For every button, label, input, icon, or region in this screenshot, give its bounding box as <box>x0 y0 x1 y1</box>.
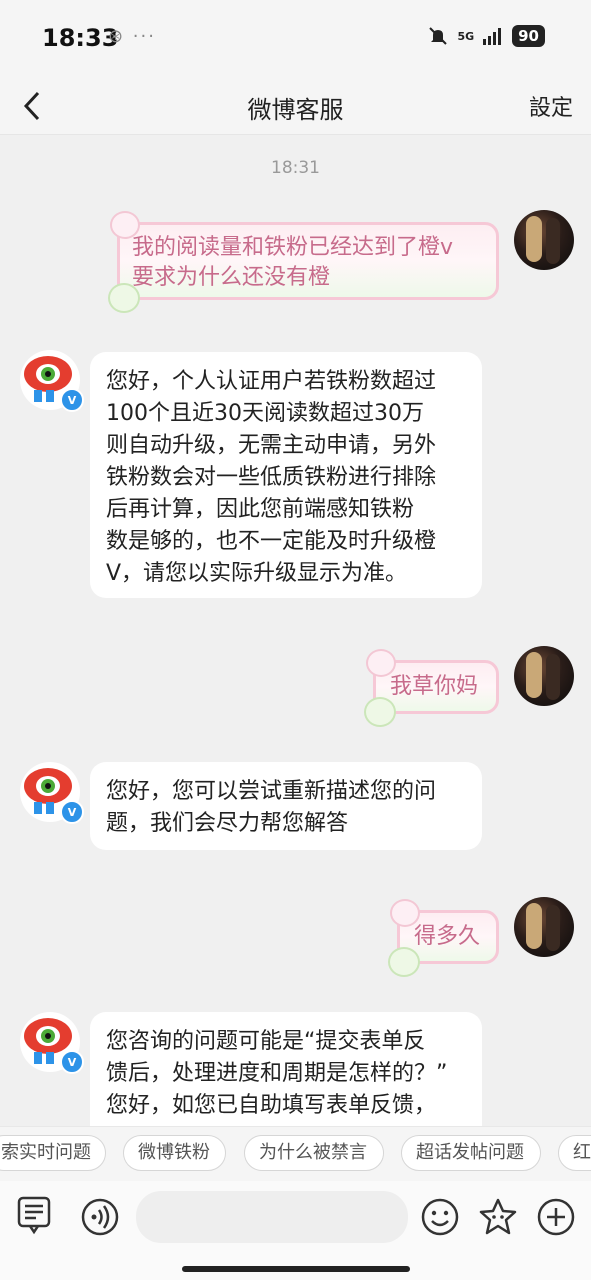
message-line: 100个且近30天阅读数超过30万 <box>106 401 424 426</box>
battery-indicator: 90 <box>512 25 545 47</box>
bot-avatar[interactable]: V <box>20 350 84 412</box>
home-indicator[interactable] <box>182 1266 410 1272</box>
menu-button[interactable] <box>14 1195 54 1235</box>
message-input[interactable] <box>136 1191 408 1243</box>
page-title: 微博客服 <box>247 96 344 124</box>
nav-bar: 微博客服 設定 <box>0 78 591 135</box>
quick-reply-chip[interactable]: 红 <box>558 1135 591 1171</box>
sticker-icon <box>479 1198 517 1235</box>
mute-bell-icon <box>429 27 448 45</box>
quick-reply-chip[interactable]: 为什么被禁言 <box>244 1135 384 1171</box>
user-message-bubble[interactable]: 我的阅读量和铁粉已经达到了橙v 要求为什么还没有橙 <box>108 211 499 313</box>
bot-avatar[interactable]: V <box>20 762 84 824</box>
message-line: 得多久 <box>414 924 481 949</box>
status-notification-icons: ⊛ ··· <box>108 26 156 47</box>
quick-reply-chip[interactable]: 超话发帖问题 <box>401 1135 541 1171</box>
bot-avatar[interactable]: V <box>20 1012 84 1074</box>
voice-button[interactable] <box>80 1197 120 1237</box>
bot-message-bubble[interactable]: 您好，您可以尝试重新描述您的问 题，我们会尽力帮您解答 <box>90 762 482 850</box>
quick-reply-chip[interactable]: 微博铁粉 <box>123 1135 226 1171</box>
status-bar: 18:33 ⊛ ··· 5G 90 <box>0 0 591 78</box>
status-time: 18:33 <box>42 24 119 52</box>
verified-badge: V <box>60 1050 84 1074</box>
add-icon <box>537 1198 575 1236</box>
message-line: V，请您以实际升级显示为准。 <box>106 561 408 586</box>
verified-badge: V <box>60 388 84 412</box>
bot-message-bubble[interactable]: 您咨询的问题可能是“提交表单反 馈后，处理进度和周期是怎样的？” 您好，如您已自… <box>90 1012 482 1126</box>
message-line: 您咨询的问题可能是“提交表单反 <box>106 1029 426 1054</box>
message-line: 要求为什么还没有橙 <box>132 265 331 290</box>
network-label: 5G <box>457 29 475 43</box>
message-line: 您好，个人认证用户若铁粉数超过 <box>106 369 437 394</box>
user-avatar[interactable] <box>514 897 574 957</box>
bot-message-bubble[interactable]: 您好，个人认证用户若铁粉数超过 100个且近30天阅读数超过30万 则自动升级，… <box>90 352 482 598</box>
user-avatar[interactable] <box>514 210 574 270</box>
message-line: 则自动升级，无需主动申请，另外 <box>106 433 437 458</box>
status-right-icons: 5G 90 <box>427 25 545 47</box>
message-line: 馈后，处理进度和周期是怎样的？” <box>106 1061 448 1086</box>
user-message-bubble[interactable]: 我草你妈 <box>364 649 499 727</box>
message-line: 后再计算，因此您前端感知铁粉 <box>106 497 415 522</box>
emoji-icon <box>421 1198 459 1236</box>
message-line: 题，我们会尽力帮您解答 <box>106 811 349 836</box>
message-line: 铁粉数会对一些低质铁粉进行排除 <box>106 465 437 490</box>
verified-badge: V <box>60 800 84 824</box>
user-avatar[interactable] <box>514 646 574 706</box>
user-message-bubble[interactable]: 得多久 <box>388 899 499 977</box>
emoji-button[interactable] <box>420 1197 460 1237</box>
chat-timestamp: 18:31 <box>271 158 320 178</box>
message-line: 我草你妈 <box>390 674 479 699</box>
voice-icon <box>81 1198 119 1236</box>
menu-icon <box>17 1196 51 1235</box>
quick-reply-chip[interactable]: 索实时问题 <box>0 1135 106 1171</box>
quick-reply-bar: 索实时问题 微博铁粉 为什么被禁言 超话发帖问题 红 <box>0 1126 591 1181</box>
message-line: 我的阅读量和铁粉已经达到了橙v <box>132 235 454 260</box>
signal-icon <box>483 28 502 45</box>
add-button[interactable] <box>536 1197 576 1237</box>
message-line: 数是够的，也不一定能及时升级橙 <box>106 529 437 554</box>
settings-button[interactable]: 設定 <box>529 90 573 122</box>
sticker-button[interactable] <box>478 1197 518 1237</box>
message-line: 您好，您可以尝试重新描述您的问 <box>106 779 437 804</box>
message-line: 您好，如您已自助填写表单反馈， <box>106 1093 437 1118</box>
